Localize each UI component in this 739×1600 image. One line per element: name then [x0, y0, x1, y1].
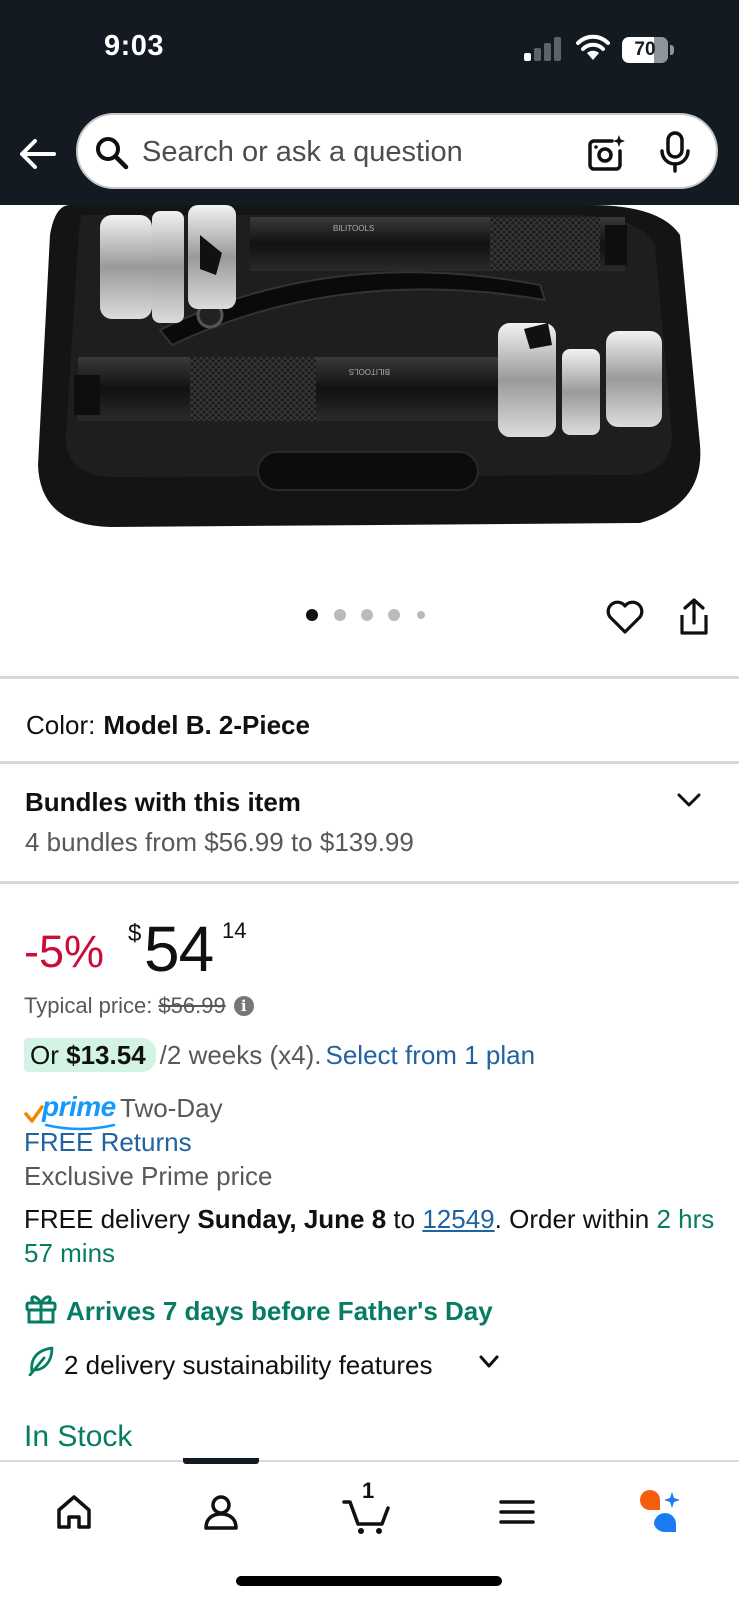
- installment-prefix: Or: [30, 1040, 59, 1070]
- cellular-signal-icon: [524, 37, 562, 61]
- cart-count: 1: [362, 1478, 375, 1503]
- price-fraction: 14: [222, 918, 247, 943]
- tool-case-illustration: BILITOOLS BILITOOLS: [38, 205, 701, 527]
- delivery-date: Sunday, June 8: [197, 1204, 387, 1234]
- bottom-navigation: 1: [0, 1458, 739, 1600]
- product-image[interactable]: BILITOOLS BILITOOLS: [0, 205, 739, 575]
- microphone-icon[interactable]: [658, 131, 692, 173]
- menu-icon[interactable]: [489, 1484, 545, 1540]
- carousel-dot[interactable]: [306, 609, 318, 621]
- camera-search-icon[interactable]: [586, 133, 626, 173]
- stock-status: In Stock: [24, 1420, 133, 1453]
- wifi-icon: [576, 34, 610, 60]
- active-tab-indicator: [183, 1458, 259, 1464]
- color-variation[interactable]: Color: Model B. 2-Piece: [26, 710, 310, 741]
- delivery-zip-link[interactable]: 12549: [422, 1204, 494, 1234]
- fathers-day-text: Arrives 7 days before Father's Day: [66, 1296, 493, 1326]
- heart-icon[interactable]: [605, 598, 645, 636]
- exclusive-prime-price: Exclusive Prime price: [24, 1161, 273, 1191]
- battery-icon: 70: [622, 37, 674, 63]
- divider: [0, 676, 739, 679]
- installment-offer: Or $13.54/2 weeks (x4). Select from 1 pla…: [24, 1038, 535, 1072]
- price-currency: $: [128, 920, 142, 947]
- bundles-subtitle: 4 bundles from $56.99 to $139.99: [25, 827, 414, 857]
- account-icon[interactable]: [193, 1484, 249, 1540]
- rufus-assistant-icon[interactable]: [632, 1484, 688, 1540]
- color-label: Color:: [26, 710, 96, 740]
- installment-terms: /2 weeks (x4).: [159, 1040, 322, 1070]
- delivery-order-within: . Order within: [494, 1204, 650, 1234]
- search-bar[interactable]: [76, 113, 718, 189]
- divider: [0, 761, 739, 764]
- prime-speed: Two-Day: [120, 1093, 223, 1123]
- leaf-icon: [28, 1346, 54, 1376]
- cart-button[interactable]: 1: [340, 1478, 396, 1540]
- price-whole: 54: [144, 913, 214, 985]
- prime-check-icon: [24, 1105, 44, 1123]
- sustainability-text: 2 delivery sustainability features: [64, 1350, 433, 1380]
- installment-pill: Or $13.54: [24, 1038, 156, 1072]
- carousel-dot[interactable]: [417, 611, 425, 619]
- bundles-title: Bundles with this item: [25, 787, 301, 817]
- prime-logo: prime: [42, 1091, 116, 1122]
- back-arrow-icon[interactable]: [16, 134, 60, 174]
- search-icon: [96, 137, 129, 170]
- battery-level: 70: [634, 39, 656, 60]
- brand-label-2: BILITOOLS: [349, 367, 390, 376]
- select-plan-link[interactable]: Select from 1 plan: [325, 1040, 535, 1070]
- bundles-section[interactable]: Bundles with this item 4 bundles from $5…: [0, 765, 739, 883]
- chevron-down-icon[interactable]: [676, 791, 702, 809]
- typical-price-value: $56.99: [158, 993, 226, 1018]
- status-time: 9:03: [104, 30, 165, 62]
- search-input[interactable]: [142, 129, 542, 175]
- home-indicator: [236, 1576, 502, 1586]
- gift-icon: [25, 1295, 57, 1324]
- typical-price-label: Typical price:: [24, 993, 153, 1018]
- free-returns-link[interactable]: FREE Returns: [24, 1127, 192, 1158]
- delivery-prefix: FREE delivery: [24, 1204, 191, 1234]
- installment-amount: $13.54: [66, 1040, 146, 1070]
- share-icon[interactable]: [676, 597, 712, 637]
- delivery-to: to: [393, 1204, 416, 1234]
- carousel-dot[interactable]: [388, 609, 400, 621]
- info-icon[interactable]: i: [233, 996, 254, 1016]
- brand-label: BILITOOLS: [333, 224, 374, 233]
- discount-percent: -5%: [24, 926, 105, 977]
- color-value: Model B. 2-Piece: [103, 710, 310, 740]
- carousel-dot[interactable]: [361, 609, 373, 621]
- chevron-down-icon[interactable]: [478, 1354, 500, 1370]
- typical-price: Typical price: $56.99 i: [24, 993, 254, 1019]
- home-icon[interactable]: [46, 1484, 102, 1540]
- divider: [0, 881, 739, 884]
- top-header: 9:03 70: [0, 0, 739, 205]
- carousel-dot[interactable]: [334, 609, 346, 621]
- delivery-message: FREE delivery Sunday, June 8 to 12549. O…: [24, 1202, 724, 1270]
